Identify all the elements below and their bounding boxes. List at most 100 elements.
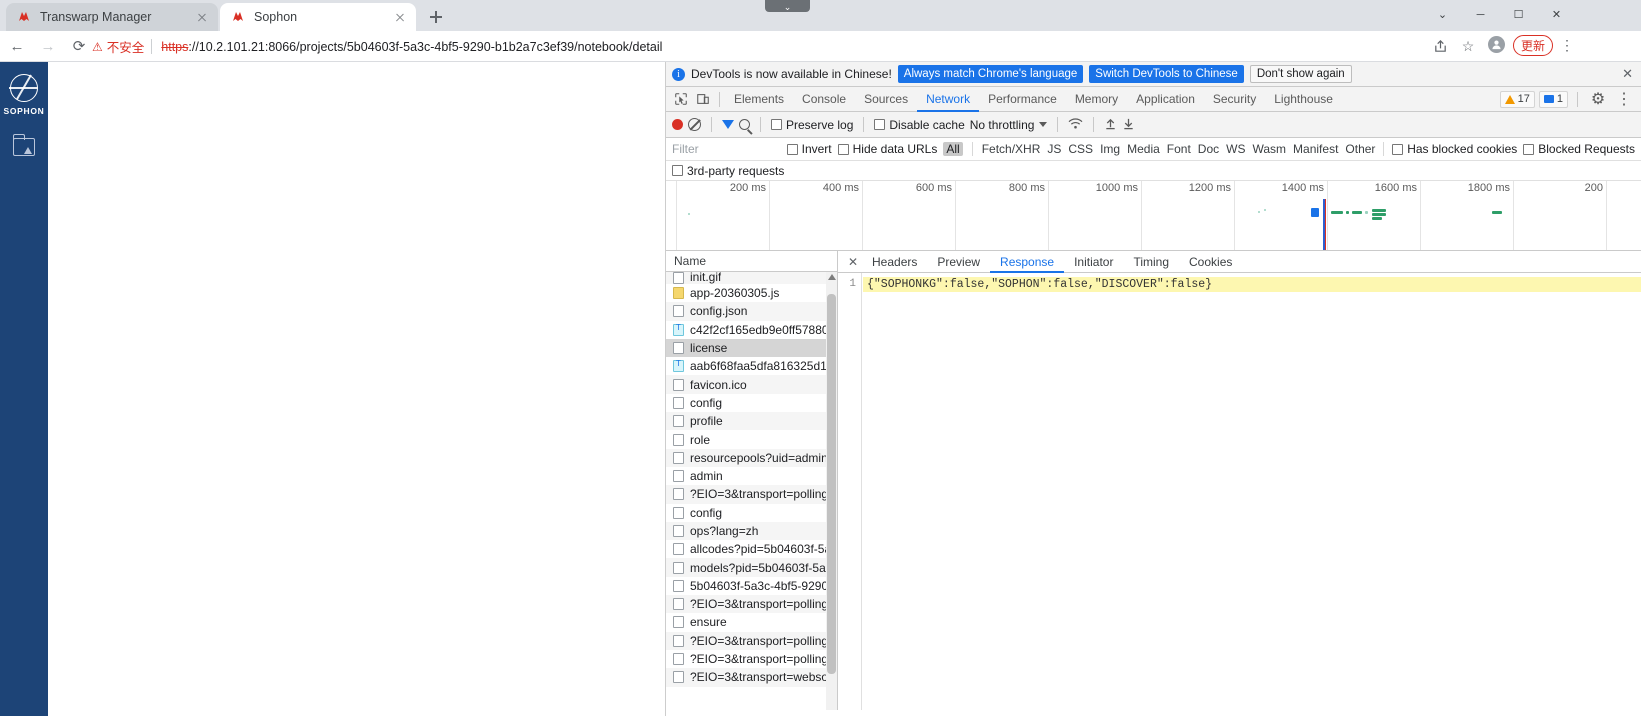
switch-devtools-language-button[interactable]: Switch DevTools to Chinese: [1089, 65, 1244, 83]
filter-input[interactable]: Filter: [672, 140, 781, 158]
tab-performance[interactable]: Performance: [979, 87, 1066, 112]
forward-button[interactable]: →: [34, 32, 62, 60]
reload-button[interactable]: ⟳: [65, 32, 93, 60]
profile-button[interactable]: [1488, 36, 1505, 53]
request-row[interactable]: profile: [666, 412, 837, 431]
filter-type-media[interactable]: Media: [1127, 142, 1160, 156]
network-overview-timeline[interactable]: 200 200 ms 400 ms 600 ms 800 ms 1000 ms …: [666, 181, 1641, 251]
filter-type-js[interactable]: JS: [1047, 142, 1061, 156]
scrollbar-thumb[interactable]: [827, 294, 836, 674]
request-row[interactable]: config: [666, 504, 837, 522]
request-row[interactable]: ?EIO=3&transport=polling&t: [666, 595, 837, 614]
request-row[interactable]: admin: [666, 467, 837, 485]
browser-tab-sophon[interactable]: Sophon: [220, 3, 416, 31]
throttling-select[interactable]: No throttling: [970, 118, 1035, 132]
has-blocked-cookies-checkbox[interactable]: Has blocked cookies: [1392, 142, 1517, 156]
disable-cache-checkbox[interactable]: Disable cache: [874, 118, 965, 132]
settings-gear-icon[interactable]: ⚙: [1587, 89, 1609, 110]
inspect-element-icon[interactable]: [670, 89, 692, 110]
scroll-up-icon[interactable]: [828, 274, 836, 280]
preserve-log-checkbox[interactable]: Preserve log: [771, 118, 853, 132]
share-button[interactable]: [1430, 36, 1450, 56]
tab-console[interactable]: Console: [793, 87, 855, 112]
address-bar[interactable]: ⚠ 不安全 https ://10.2.101.21:8066/projects…: [92, 36, 662, 57]
filter-type-img[interactable]: Img: [1100, 142, 1120, 156]
detail-tab-response[interactable]: Response: [990, 251, 1064, 273]
filter-type-other[interactable]: Other: [1345, 142, 1375, 156]
filter-type-doc[interactable]: Doc: [1198, 142, 1219, 156]
bookmark-button[interactable]: ☆: [1458, 36, 1478, 56]
requests-scrollbar[interactable]: [826, 272, 837, 710]
record-button-icon[interactable]: [672, 119, 683, 130]
filter-type-manifest[interactable]: Manifest: [1293, 142, 1338, 156]
request-row[interactable]: license: [666, 338, 837, 358]
third-party-requests-checkbox[interactable]: 3rd-party requests: [672, 164, 784, 178]
request-row[interactable]: config: [666, 394, 837, 412]
tab-memory[interactable]: Memory: [1066, 87, 1127, 112]
request-row[interactable]: ?EIO=3&transport=websocke: [666, 668, 837, 687]
new-tab-button[interactable]: [424, 6, 448, 28]
detail-tab-preview[interactable]: Preview: [927, 251, 990, 273]
app-logo[interactable]: SOPHON: [0, 74, 48, 116]
search-icon[interactable]: [739, 119, 750, 130]
requests-list[interactable]: init.gif app-20360305.js config.json c42f2c…: [666, 272, 837, 710]
back-button[interactable]: ←: [3, 32, 31, 60]
devtools-more-icon[interactable]: ⋮: [1613, 89, 1635, 110]
request-row[interactable]: ops?lang=zh: [666, 521, 837, 541]
request-row[interactable]: allcodes?pid=5b04603f-5a3c-: [666, 540, 837, 558]
close-icon[interactable]: [392, 9, 408, 25]
close-icon[interactable]: [194, 9, 210, 25]
tab-security[interactable]: Security: [1204, 87, 1265, 112]
filter-type-ws[interactable]: WS: [1226, 142, 1245, 156]
request-row[interactable]: ?EIO=3&transport=polling&t: [666, 650, 837, 668]
filter-type-fetch-xhr[interactable]: Fetch/XHR: [982, 142, 1041, 156]
invert-checkbox[interactable]: Invert: [786, 142, 832, 156]
warnings-badge[interactable]: 17: [1499, 90, 1535, 108]
detail-tab-timing[interactable]: Timing: [1123, 251, 1179, 273]
browser-menu-button[interactable]: ⋮: [1557, 35, 1577, 56]
sidebar-item-projects[interactable]: [0, 134, 48, 156]
network-conditions-icon[interactable]: [1068, 117, 1083, 133]
tab-application[interactable]: Application: [1127, 87, 1204, 112]
filter-type-css[interactable]: CSS: [1068, 142, 1093, 156]
tab-network[interactable]: Network: [917, 87, 979, 112]
always-match-language-button[interactable]: Always match Chrome's language: [897, 65, 1084, 83]
filter-type-all[interactable]: All: [943, 142, 963, 156]
request-row[interactable]: models?pid=5b04603f-5a3c-.: [666, 558, 837, 577]
window-close-button[interactable]: ✕: [1534, 0, 1579, 31]
export-har-icon[interactable]: [1122, 117, 1135, 133]
import-har-icon[interactable]: [1104, 117, 1117, 133]
filter-funnel-icon[interactable]: [722, 120, 734, 129]
tab-elements[interactable]: Elements: [725, 87, 793, 112]
detail-tab-cookies[interactable]: Cookies: [1179, 251, 1242, 273]
request-row[interactable]: config.json: [666, 302, 837, 321]
request-row[interactable]: 5b04603f-5a3c-4bf5-9290-b1: [666, 577, 837, 595]
request-row[interactable]: init.gif: [666, 272, 837, 284]
request-row[interactable]: aab6f68faa5dfa816325d1ea5.: [666, 357, 837, 375]
dont-show-again-button[interactable]: Don't show again: [1249, 65, 1352, 83]
messages-badge[interactable]: 1: [1538, 90, 1568, 108]
clear-icon[interactable]: [688, 118, 701, 131]
detail-tab-headers[interactable]: Headers: [862, 251, 927, 273]
browser-tab-transwarp-manager[interactable]: Transwarp Manager: [6, 3, 218, 31]
close-icon[interactable]: ✕: [1622, 66, 1635, 82]
filter-type-font[interactable]: Font: [1167, 142, 1191, 156]
detail-tab-initiator[interactable]: Initiator: [1064, 251, 1123, 273]
request-row[interactable]: ?EIO=3&transport=polling&t: [666, 631, 837, 650]
request-row[interactable]: app-20360305.js: [666, 284, 837, 302]
request-row[interactable]: c42f2cf165edb9e0ff57880dbe: [666, 321, 837, 339]
request-row[interactable]: resourcepools?uid=admin: [666, 448, 837, 467]
window-drag-handle[interactable]: ⌄: [765, 0, 810, 12]
tab-lighthouse[interactable]: Lighthouse: [1265, 87, 1342, 112]
tab-sources[interactable]: Sources: [855, 87, 917, 112]
filter-type-wasm[interactable]: Wasm: [1252, 142, 1286, 156]
close-icon[interactable]: ✕: [844, 252, 862, 272]
device-toolbar-icon[interactable]: [692, 89, 714, 110]
request-row[interactable]: ensure: [666, 613, 837, 631]
hide-data-urls-checkbox[interactable]: Hide data URLs: [837, 142, 937, 156]
chevron-down-icon[interactable]: [1039, 122, 1048, 127]
requests-column-header[interactable]: Name: [666, 251, 837, 272]
request-row[interactable]: ?EIO=3&transport=polling&t: [666, 485, 837, 504]
update-button[interactable]: 更新: [1513, 35, 1554, 56]
request-row[interactable]: favicon.ico: [666, 375, 837, 394]
